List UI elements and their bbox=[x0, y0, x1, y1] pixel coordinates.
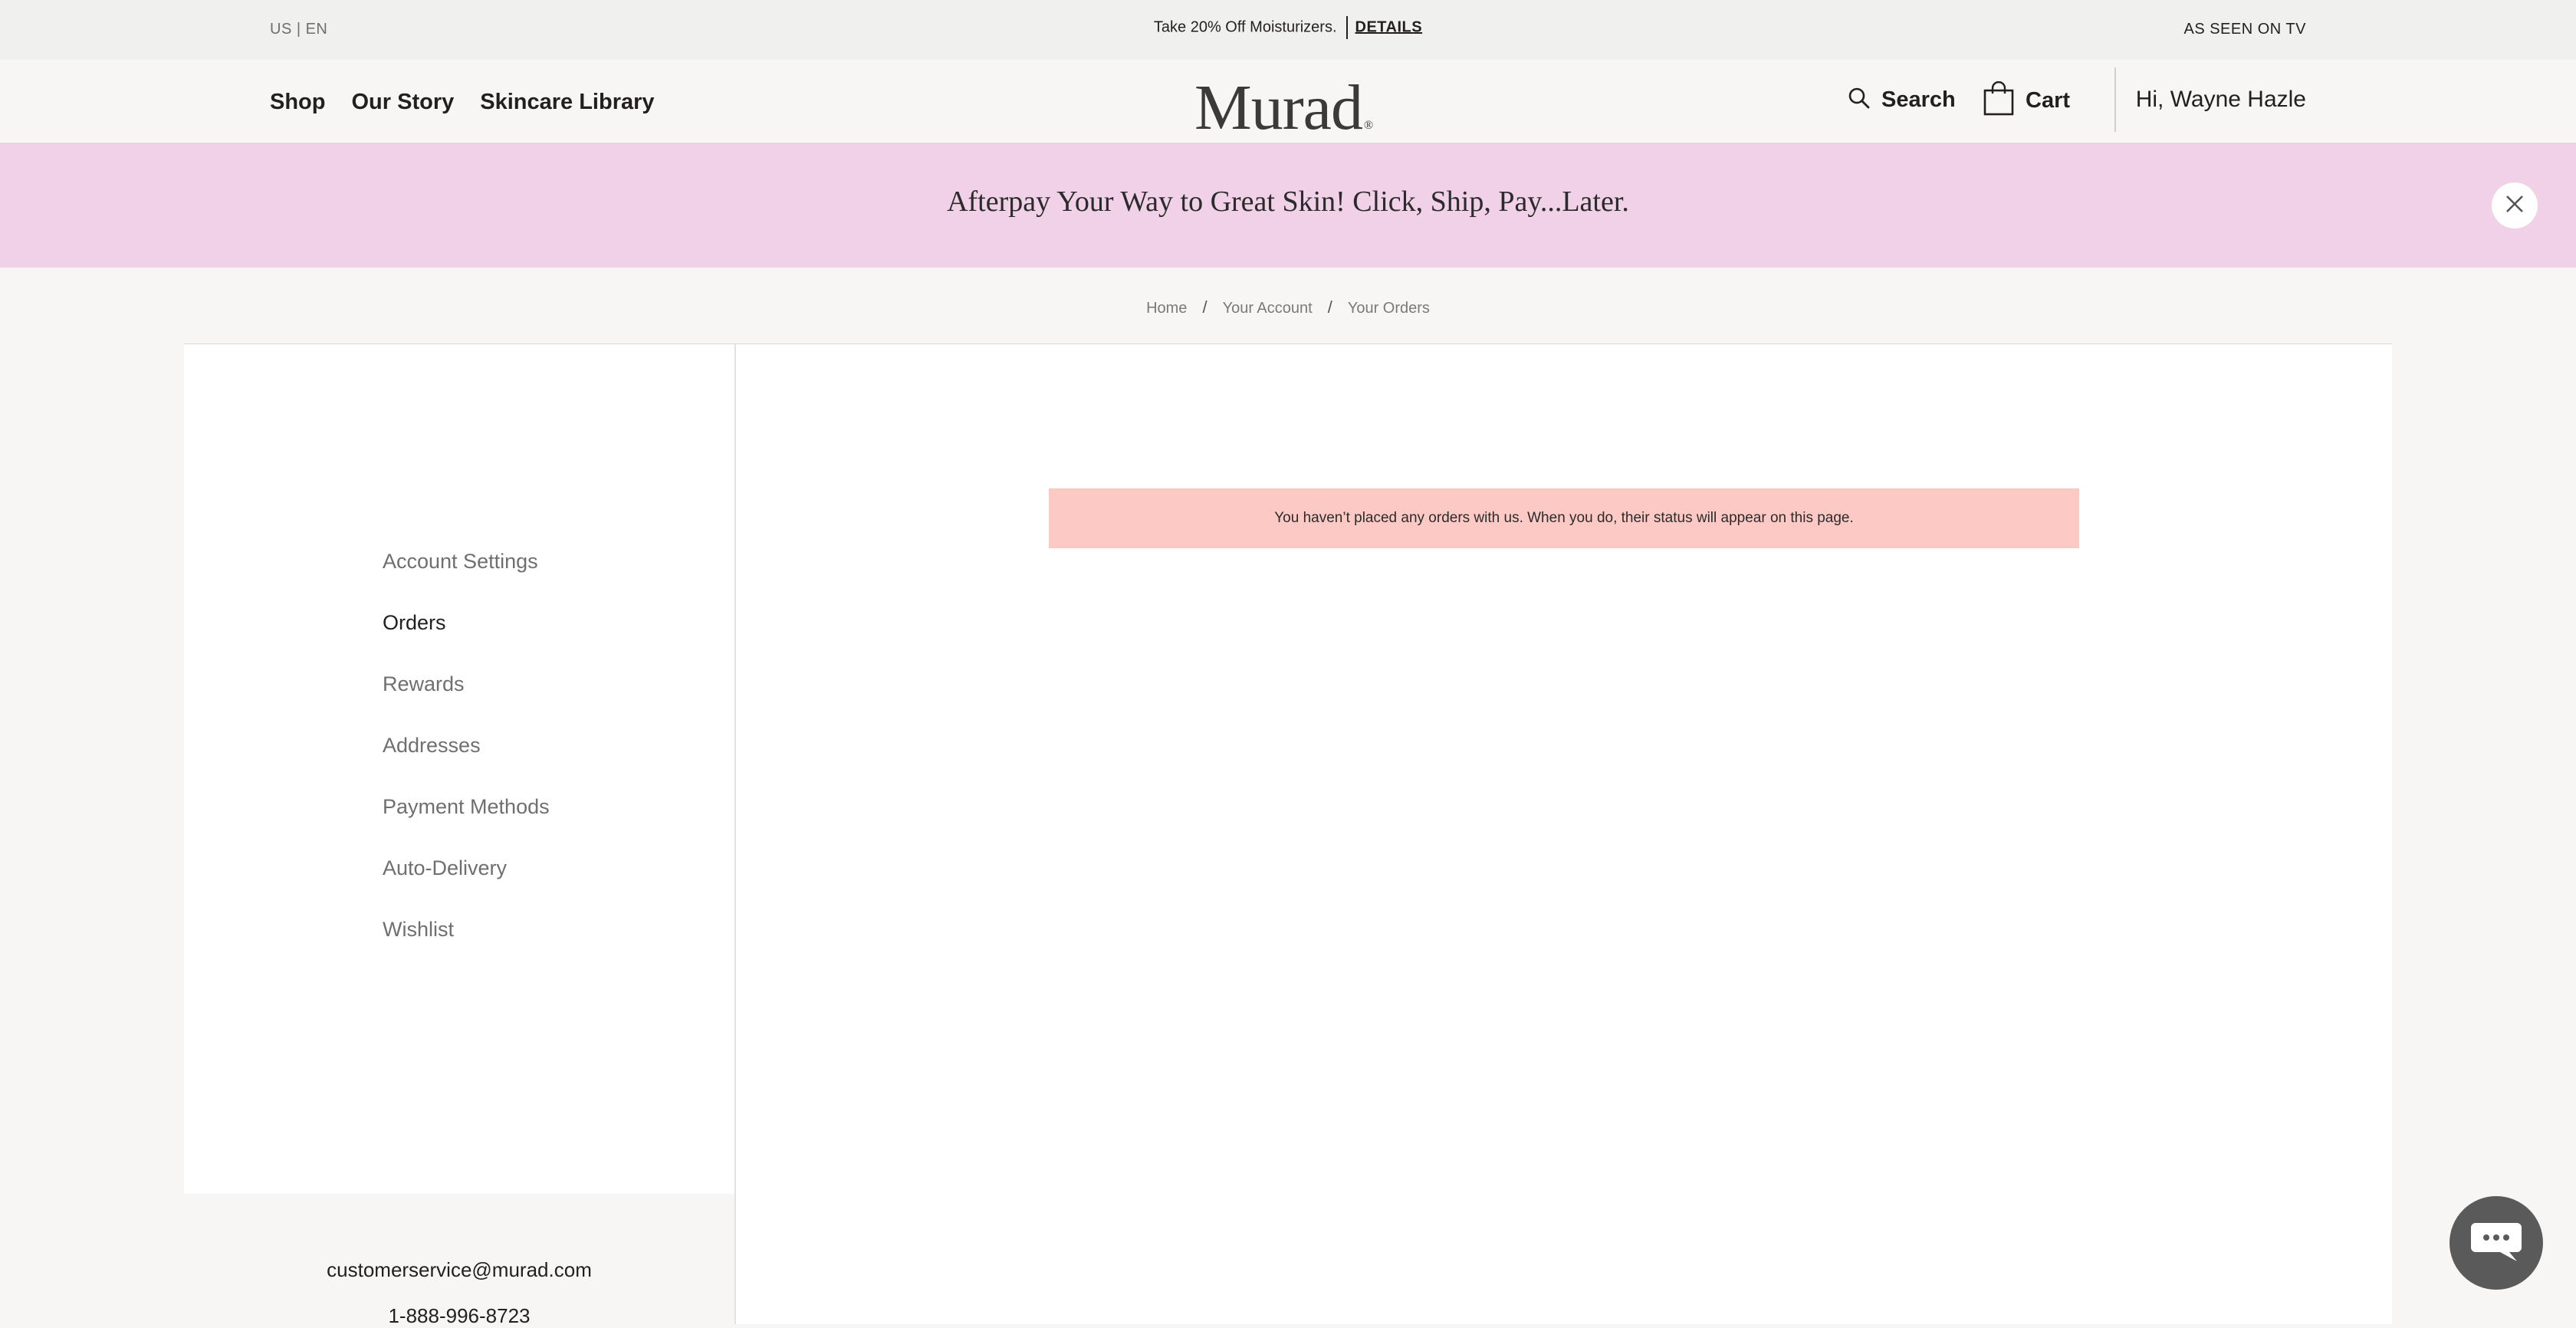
promo-details-link[interactable]: DETAILS bbox=[1355, 18, 1423, 35]
cart-button[interactable]: Cart bbox=[1983, 81, 2070, 120]
as-seen-on-tv-link[interactable]: AS SEEN ON TV bbox=[2183, 21, 2306, 38]
sidebar-item-rewards[interactable]: Rewards bbox=[383, 672, 550, 734]
customer-service-phone[interactable]: 1-888-996-8723 bbox=[184, 1304, 734, 1328]
account-greeting[interactable]: Hi, Wayne Hazle bbox=[2136, 87, 2306, 113]
breadcrumb-home[interactable]: Home bbox=[1146, 300, 1187, 317]
banner-close-button[interactable] bbox=[2492, 182, 2538, 228]
shopping-bag-icon bbox=[1983, 81, 2015, 120]
breadcrumb-your-account[interactable]: Your Account bbox=[1223, 300, 1313, 317]
afterpay-banner: Afterpay Your Way to Great Skin! Click, … bbox=[0, 143, 2576, 268]
sidebar-item-auto-delivery[interactable]: Auto-Delivery bbox=[383, 856, 550, 918]
sidebar-item-wishlist[interactable]: Wishlist bbox=[383, 918, 550, 979]
account-content: Account Settings Orders Rewards Addresse… bbox=[184, 344, 2392, 1324]
header-divider bbox=[2114, 67, 2116, 132]
sidebar-item-payment-methods[interactable]: Payment Methods bbox=[383, 795, 550, 856]
account-sidebar: Account Settings Orders Rewards Addresse… bbox=[184, 344, 734, 1194]
chat-button[interactable] bbox=[2450, 1196, 2543, 1290]
search-button[interactable]: Search bbox=[1848, 87, 1956, 113]
registered-mark: ® bbox=[1363, 119, 1373, 132]
logo-text: Murad bbox=[1194, 72, 1363, 143]
main-nav: Shop Our Story Skincare Library bbox=[270, 90, 655, 115]
promo-divider bbox=[1346, 16, 1348, 39]
sidebar-item-addresses[interactable]: Addresses bbox=[383, 734, 550, 795]
nav-our-story[interactable]: Our Story bbox=[352, 90, 455, 115]
banner-text: Afterpay Your Way to Great Skin! Click, … bbox=[947, 186, 1629, 218]
cart-label: Cart bbox=[2026, 88, 2071, 113]
sidebar-item-account-settings[interactable]: Account Settings bbox=[383, 550, 550, 611]
murad-logo[interactable]: Murad ® bbox=[1194, 71, 1373, 145]
close-icon bbox=[2505, 194, 2525, 218]
search-icon bbox=[1848, 87, 1871, 113]
breadcrumb: Home / Your Account / Your Orders bbox=[0, 297, 2576, 317]
nav-shop[interactable]: Shop bbox=[270, 90, 326, 115]
customer-service-email[interactable]: customerservice@murad.com bbox=[184, 1258, 734, 1282]
search-label: Search bbox=[1881, 87, 1956, 112]
breadcrumb-your-orders: Your Orders bbox=[1347, 300, 1430, 317]
sidebar-item-orders[interactable]: Orders bbox=[383, 611, 550, 672]
breadcrumb-separator: / bbox=[1327, 297, 1332, 317]
chat-icon bbox=[2469, 1218, 2523, 1268]
site-header: Shop Our Story Skincare Library Murad ® S… bbox=[0, 60, 2576, 143]
no-orders-alert: You haven’t placed any orders with us. W… bbox=[1049, 488, 2079, 548]
breadcrumb-separator: / bbox=[1202, 297, 1208, 317]
promo-text: Take 20% Off Moisturizers. bbox=[1153, 18, 1337, 36]
account-menu: Account Settings Orders Rewards Addresse… bbox=[383, 550, 550, 979]
utility-bar: US | EN Take 20% Off Moisturizers. DETAIL… bbox=[0, 0, 2576, 60]
orders-panel: You haven’t placed any orders with us. W… bbox=[736, 344, 2392, 1324]
nav-skincare-library[interactable]: Skincare Library bbox=[480, 90, 654, 115]
